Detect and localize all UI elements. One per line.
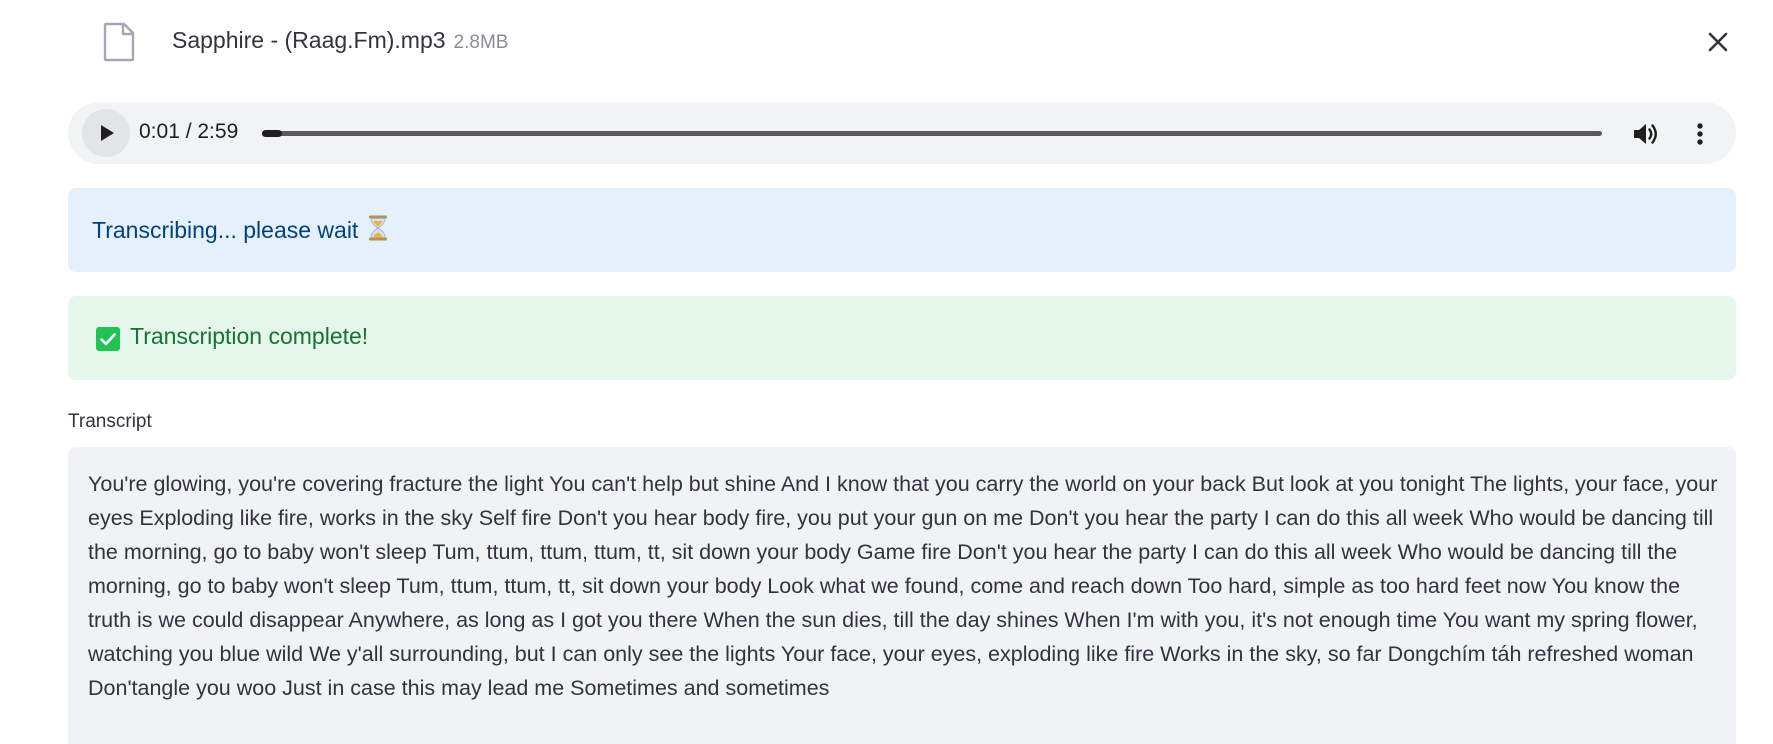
close-icon[interactable]	[1700, 24, 1736, 60]
file-size: 2.8MB	[453, 32, 509, 53]
check-box-icon	[96, 327, 120, 351]
volume-icon[interactable]	[1630, 119, 1660, 149]
play-icon	[101, 125, 114, 141]
more-vertical-icon[interactable]	[1690, 119, 1710, 149]
hourglass-icon	[369, 215, 388, 241]
app-root: Sapphire - (Raag.Fm).mp3 2.8MB 0:01 / 2:5…	[0, 0, 1773, 744]
time-display: 0:01 / 2:59	[139, 120, 239, 143]
file-icon	[103, 22, 135, 62]
info-alert-text: Transcribing... please wait	[92, 217, 359, 243]
success-alert: Transcription complete!	[68, 296, 1736, 380]
seek-progress-fill	[262, 130, 282, 137]
file-name: Sapphire - (Raag.Fm).mp3	[172, 27, 446, 53]
seek-slider[interactable]	[262, 130, 1602, 137]
info-alert-content: Transcribing... please wait	[92, 215, 388, 244]
transcript-label: Transcript	[68, 411, 152, 432]
audio-player: 0:01 / 2:59	[68, 102, 1736, 164]
info-alert: Transcribing... please wait	[68, 188, 1736, 272]
file-name-group: Sapphire - (Raag.Fm).mp3 2.8MB	[172, 27, 508, 54]
play-button[interactable]	[82, 109, 130, 157]
success-alert-text: Transcription complete!	[130, 323, 369, 349]
uploaded-file-row: Sapphire - (Raag.Fm).mp3 2.8MB	[68, 0, 1736, 86]
transcript-textarea[interactable]: You're glowing, you're covering fracture…	[68, 447, 1736, 744]
